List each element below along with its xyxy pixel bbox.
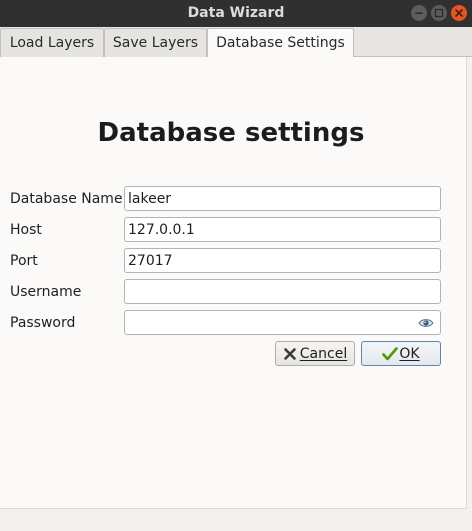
port-label: Port <box>10 253 38 269</box>
ok-button[interactable]: OK <box>361 341 441 366</box>
password-label: Password <box>10 315 76 331</box>
cancel-x-icon <box>283 347 297 361</box>
cancel-button[interactable]: Cancel <box>275 341 355 366</box>
tab-bar: Load Layers Save Layers Database Setting… <box>0 27 472 58</box>
database-name-field[interactable] <box>124 186 441 211</box>
window-controls <box>411 5 467 22</box>
minimize-icon <box>415 12 423 14</box>
cancel-button-label: Cancel <box>299 345 348 362</box>
port-field[interactable] <box>124 248 441 273</box>
window-bottom-area <box>0 509 472 531</box>
ok-button-label: OK <box>399 345 420 362</box>
maximize-button[interactable] <box>431 5 447 21</box>
close-button[interactable] <box>451 5 467 21</box>
host-field[interactable] <box>124 217 441 242</box>
tab-save-layers[interactable]: Save Layers <box>104 28 207 57</box>
maximize-icon <box>434 8 444 18</box>
database-name-label: Database Name <box>10 191 123 207</box>
database-settings-panel: Database settings Database Name Host Por… <box>0 57 467 509</box>
title-bar[interactable]: Data Wizard <box>0 0 472 27</box>
tab-load-layers[interactable]: Load Layers <box>0 28 104 57</box>
window-title: Data Wizard <box>187 5 285 21</box>
username-field[interactable] <box>124 279 441 304</box>
password-field[interactable] <box>124 310 441 335</box>
close-icon <box>455 9 463 17</box>
eye-icon[interactable] <box>418 317 434 329</box>
host-label: Host <box>10 222 42 238</box>
data-wizard-window: Data Wizard Load Layers Save Layers Data… <box>0 0 472 531</box>
tab-database-settings[interactable]: Database Settings <box>207 28 354 58</box>
username-label: Username <box>10 284 82 300</box>
checkmark-icon <box>382 346 399 361</box>
page-title: Database settings <box>97 118 365 148</box>
minimize-button[interactable] <box>411 5 427 21</box>
